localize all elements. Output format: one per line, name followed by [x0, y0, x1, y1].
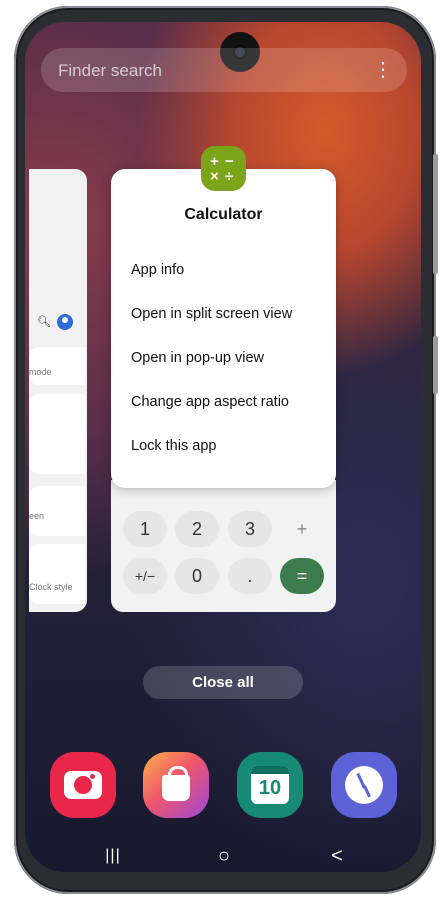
calendar-icon[interactable]: 10 — [237, 752, 303, 818]
menu-item-split-screen[interactable]: Open in split screen view — [131, 306, 292, 322]
menu-item-app-info[interactable]: App info — [131, 262, 184, 278]
settings-row: mode — [29, 347, 85, 385]
settings-row: Clock style — [29, 544, 85, 604]
row-text-mode: mode — [29, 367, 52, 377]
row-text-clock-style: Clock style — [29, 582, 73, 592]
recent-app-card-left[interactable]: 🔍︎ mode een Clock style — [29, 169, 87, 612]
close-all-button[interactable]: Close all — [143, 666, 303, 699]
search-placeholder: Finder search — [58, 61, 162, 80]
clock-icon[interactable] — [331, 752, 397, 818]
calculator-app-icon: + − × ÷ — [201, 146, 246, 191]
search-icon: 🔍︎ — [37, 316, 51, 328]
recents-nav-icon[interactable]: ||| — [101, 847, 125, 865]
menu-item-pop-up-view[interactable]: Open in pop-up view — [131, 350, 264, 366]
calc-key-equals: = — [280, 558, 324, 594]
finder-search-bar[interactable]: Finder search ⋮ — [41, 48, 407, 92]
profile-icon — [57, 314, 73, 330]
home-nav-icon[interactable]: ○ — [212, 845, 236, 868]
row-text-een: een — [29, 511, 45, 521]
calc-key-decimal: . — [228, 558, 272, 594]
calc-key-0: 0 — [175, 558, 219, 594]
back-nav-icon[interactable]: < — [325, 845, 349, 868]
calc-key-3: 3 — [228, 511, 272, 547]
calc-key-1: 1 — [123, 511, 167, 547]
menu-item-lock-app[interactable]: Lock this app — [131, 438, 216, 454]
settings-row — [29, 394, 85, 474]
menu-item-aspect-ratio[interactable]: Change app aspect ratio — [131, 394, 289, 410]
camera-icon[interactable] — [50, 752, 116, 818]
volume-button — [433, 154, 438, 274]
calc-key-2: 2 — [175, 511, 219, 547]
popup-title: Calculator — [184, 206, 263, 223]
calculator-preview[interactable]: 1 2 3 + +/− 0 . = — [111, 480, 336, 612]
galaxy-store-icon[interactable] — [143, 752, 209, 818]
calc-key-plus-minus: +/− — [123, 558, 167, 594]
calc-key-plus: + — [296, 519, 308, 539]
power-button — [433, 336, 438, 394]
calendar-date: 10 — [258, 777, 282, 799]
more-options-icon[interactable]: ⋮ — [373, 58, 393, 82]
settings-row: een — [29, 486, 85, 536]
